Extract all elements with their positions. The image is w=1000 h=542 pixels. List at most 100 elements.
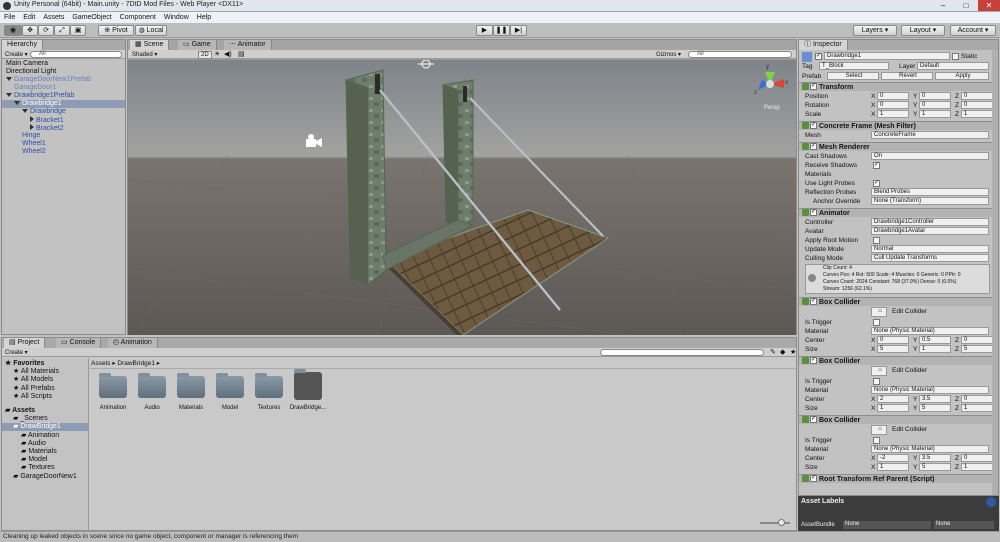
size-x-field[interactable]: 5	[877, 345, 909, 353]
menu-file[interactable]: File	[0, 12, 19, 23]
physic-material-field[interactable]: None (Physic Material)	[871, 445, 989, 453]
chevron-down-icon[interactable]	[22, 109, 28, 113]
project-tree-item[interactable]: ▰ Audio	[2, 440, 88, 448]
transform-y-field[interactable]: 0	[919, 101, 951, 109]
center-x-field[interactable]: 2	[877, 395, 909, 403]
size-x-field[interactable]: 1	[877, 463, 909, 471]
prefab-apply-button[interactable]: Apply	[935, 72, 989, 80]
account-dropdown[interactable]: Account ▾	[950, 25, 996, 36]
project-tree-item[interactable]: ▰ Assets	[2, 407, 88, 415]
size-z-field[interactable]: 1	[961, 463, 993, 471]
folder-icon[interactable]	[138, 373, 166, 398]
label-tag-icon[interactable]	[986, 497, 996, 507]
shading-dropdown[interactable]: Shaded ▾	[132, 51, 157, 58]
transform-y-field[interactable]: 0	[919, 92, 951, 100]
local-toggle[interactable]: ◍ Local	[135, 25, 167, 36]
hierarchy-search-input[interactable]: All	[30, 51, 122, 58]
box-collider-header[interactable]: Box Collider	[799, 415, 992, 424]
physic-material-field[interactable]: None (Physic Material)	[871, 327, 989, 335]
size-y-field[interactable]: 5	[919, 404, 951, 412]
transform-z-field[interactable]: 1	[961, 110, 993, 118]
component-enable-checkbox[interactable]: ✓	[810, 475, 817, 482]
update-mode-dropdown[interactable]: Normal	[871, 245, 989, 253]
pause-button[interactable]: ❚❚	[493, 25, 510, 36]
culling-mode-dropdown[interactable]: Cull Update Transforms	[871, 254, 989, 262]
component-enable-checkbox[interactable]: ✓	[810, 122, 817, 129]
static-checkbox[interactable]	[952, 53, 959, 60]
project-tree-item[interactable]: ★ Favorites	[2, 360, 88, 368]
box-collider-header[interactable]: Box Collider	[799, 356, 992, 365]
component-enable-checkbox[interactable]: ✓	[810, 83, 817, 90]
component-enable-checkbox[interactable]: ✓	[810, 416, 817, 423]
lighting-toggle[interactable]: ☀	[214, 50, 220, 58]
maximize-button[interactable]: □	[955, 0, 977, 11]
root-motion-checkbox[interactable]	[873, 237, 880, 244]
tab-animation[interactable]: ◴ Animation	[108, 338, 158, 348]
star-icon[interactable]: ★	[790, 348, 796, 356]
light-probes-checkbox[interactable]: ✓	[873, 180, 880, 187]
name-input[interactable]: Drawbridge1	[824, 52, 950, 60]
transform-z-field[interactable]: 0	[961, 92, 993, 100]
project-tree-item[interactable]: ▰ Animation	[2, 432, 88, 440]
avatar-field[interactable]: Drawbridge1Avatar	[871, 227, 989, 235]
folder-icon[interactable]	[216, 373, 244, 398]
scene-search-input[interactable]: All	[688, 51, 792, 58]
hierarchy-item[interactable]: Directional Light	[2, 68, 125, 76]
size-y-field[interactable]: 1	[919, 345, 951, 353]
hierarchy-item[interactable]: Drawbridge1	[2, 100, 125, 108]
is-trigger-checkbox[interactable]	[873, 437, 880, 444]
layers-dropdown[interactable]: Layers ▾	[853, 25, 897, 36]
center-x-field[interactable]: -2	[877, 454, 909, 462]
project-search-input[interactable]	[600, 349, 764, 356]
hierarchy-item[interactable]: Hinge	[2, 132, 125, 140]
rotate-tool-button[interactable]: ⟳	[38, 25, 54, 36]
project-tree-item[interactable]: ★ All Scripts	[2, 393, 88, 401]
2d-toggle[interactable]: 2D	[198, 51, 212, 59]
scene-viewport[interactable]: y x z Persp	[128, 60, 796, 335]
chevron-down-icon[interactable]	[14, 101, 20, 105]
hierarchy-item[interactable]: Bracket1	[2, 116, 125, 124]
menu-help[interactable]: Help	[193, 12, 215, 23]
center-x-field[interactable]: 0	[877, 336, 909, 344]
mesh-renderer-header[interactable]: Mesh Renderer	[799, 142, 992, 151]
chevron-down-icon[interactable]	[6, 93, 12, 97]
transform-z-field[interactable]: 0	[961, 101, 993, 109]
step-button[interactable]: ▶|	[510, 25, 527, 36]
layout-dropdown[interactable]: Layout ▾	[901, 25, 945, 36]
project-tree-item[interactable]: ▰ GarageDoorNew1	[2, 473, 88, 481]
tab-animator[interactable]: ⋯ Animator	[224, 40, 272, 50]
project-tree-item[interactable]: ▰ Materials	[2, 448, 88, 456]
size-y-field[interactable]: 5	[919, 463, 951, 471]
rect-tool-button[interactable]: ▣	[70, 25, 86, 36]
filter-label-icon[interactable]: ◆	[780, 348, 785, 356]
component-enable-checkbox[interactable]: ✓	[810, 209, 817, 216]
menu-edit[interactable]: Edit	[19, 12, 39, 23]
box-collider-header[interactable]: Box Collider	[799, 297, 992, 306]
transform-x-field[interactable]: 0	[877, 101, 909, 109]
center-z-field[interactable]: 0	[961, 336, 993, 344]
asset-variant-dropdown[interactable]: None	[934, 521, 994, 529]
animator-header[interactable]: Animator	[799, 208, 992, 217]
center-y-field[interactable]: 3.5	[919, 395, 951, 403]
hierarchy-item[interactable]: Wheel2	[2, 148, 125, 156]
hierarchy-item[interactable]: Bracket2	[2, 124, 125, 132]
effects-toggle[interactable]: ▤	[238, 50, 245, 58]
gizmos-dropdown[interactable]: Gizmos ▾	[656, 51, 681, 58]
size-z-field[interactable]: 5	[961, 345, 993, 353]
menu-component[interactable]: Component	[116, 12, 160, 23]
layer-dropdown[interactable]: Default	[917, 62, 989, 70]
physic-material-field[interactable]: None (Physic Material)	[871, 386, 989, 394]
hierarchy-item[interactable]: GarageDoor1	[2, 84, 125, 92]
hierarchy-item[interactable]: Drawbridge1Prefab	[2, 92, 125, 100]
tab-project[interactable]: ▤ Project	[4, 338, 46, 348]
edit-collider-button[interactable]: ⌂	[871, 307, 887, 317]
tab-scene[interactable]: ▦ Scene	[130, 40, 170, 50]
cast-shadows-dropdown[interactable]: On	[871, 152, 989, 160]
breadcrumb-assets[interactable]: Assets	[91, 360, 111, 367]
filter-type-icon[interactable]: ✎	[770, 348, 776, 356]
menu-gameobject[interactable]: GameObject	[68, 12, 115, 23]
active-checkbox[interactable]: ✓	[815, 53, 822, 60]
controller-field[interactable]: Drawbridge1Controller	[871, 218, 989, 226]
prefab-revert-button[interactable]: Revert	[881, 72, 933, 80]
size-z-field[interactable]: 1	[961, 404, 993, 412]
